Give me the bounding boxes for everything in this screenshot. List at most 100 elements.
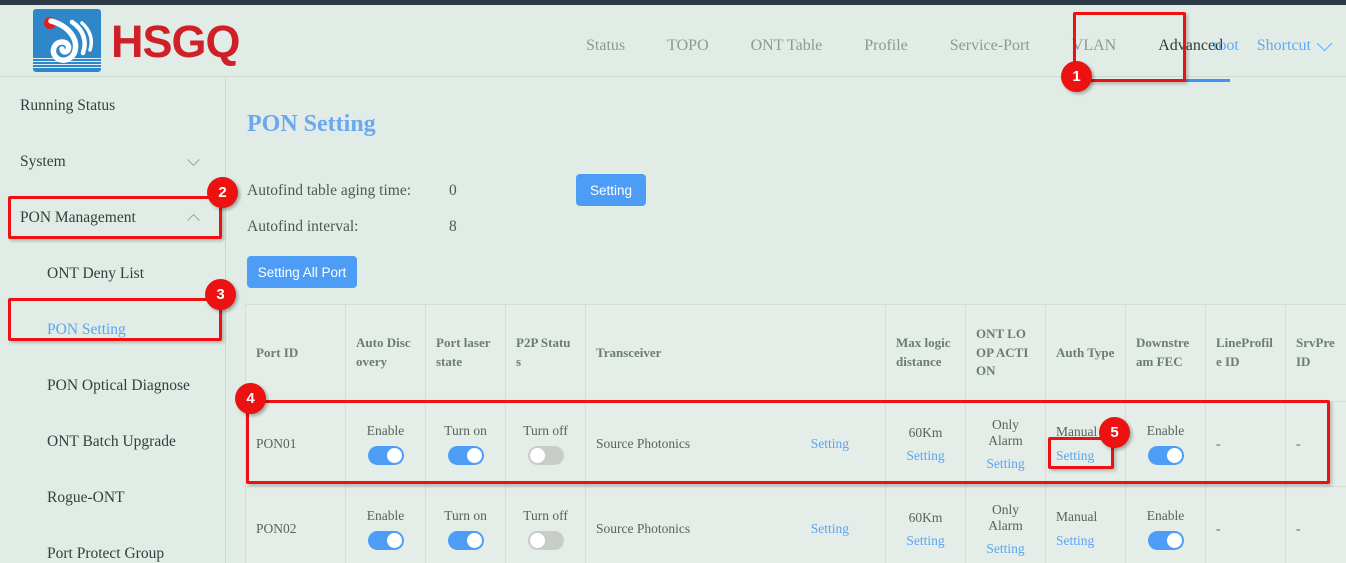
transceiver-setting-link[interactable]: Setting — [811, 436, 849, 452]
transceiver-value: Source Photonics — [596, 436, 690, 452]
field-label: Autofind interval: — [247, 218, 359, 236]
app-header: HSGQ Status TOPO ONT Table Profile Servi… — [0, 5, 1346, 77]
downstream-fec-toggle[interactable] — [1148, 531, 1184, 550]
column-header-line-profile-id: LineProfile ID — [1206, 305, 1286, 402]
sidebar-item-running-status[interactable]: Running Status — [0, 78, 225, 134]
column-header-port-laser-state: Port laser state — [426, 305, 506, 402]
port-laser-state-toggle[interactable] — [448, 446, 484, 465]
cell-p2p-status: Turn off — [506, 402, 586, 487]
cell-auth-type: Manual Setting — [1046, 487, 1126, 563]
cell-srv-pre-id: - — [1286, 402, 1346, 487]
sidebar-item-ont-batch-upgrade[interactable]: ONT Batch Upgrade — [0, 414, 225, 470]
port-laser-state-label: Turn on — [444, 508, 487, 524]
cell-line-profile-id: - — [1206, 402, 1286, 487]
downstream-fec-toggle[interactable] — [1148, 446, 1184, 465]
sidebar-item-pon-management[interactable]: PON Management — [0, 190, 225, 246]
cell-p2p-status: Turn off — [506, 487, 586, 563]
field-value: 0 — [449, 182, 457, 200]
auto-discovery-toggle[interactable] — [368, 446, 404, 465]
cell-transceiver: Source Photonics Setting — [586, 402, 886, 487]
nav-item-topo[interactable]: TOPO — [646, 10, 730, 82]
max-logic-distance-value: 60Km — [909, 510, 943, 526]
sidebar-item-label: PON Setting — [47, 321, 126, 339]
nav-item-service-port[interactable]: Service-Port — [929, 10, 1051, 82]
column-header-p2p-status: P2P Status — [506, 305, 586, 402]
shortcut-menu[interactable]: Shortcut — [1257, 37, 1330, 55]
column-header-ont-loop-action: ONT LOOP ACTION — [966, 305, 1046, 402]
port-laser-state-toggle[interactable] — [448, 531, 484, 550]
sidebar-item-pon-optical-diagnose[interactable]: PON Optical Diagnose — [0, 358, 225, 414]
auth-type-setting-link[interactable]: Setting — [1056, 533, 1094, 549]
p2p-status-label: Turn off — [523, 423, 568, 439]
port-laser-state-label: Turn on — [444, 423, 487, 439]
cell-srv-pre-id: - — [1286, 487, 1346, 563]
setting-button[interactable]: Setting — [576, 174, 646, 206]
p2p-status-toggle[interactable] — [528, 446, 564, 465]
auto-discovery-label: Enable — [367, 508, 404, 524]
brand-logo[interactable]: HSGQ — [33, 9, 240, 72]
auto-discovery-toggle[interactable] — [368, 531, 404, 550]
sidebar-item-rogue-ont[interactable]: Rogue-ONT — [0, 470, 225, 526]
brand-name: HSGQ — [111, 19, 240, 64]
sidebar-item-pon-setting[interactable]: PON Setting — [0, 302, 225, 358]
sidebar-item-label: ONT Deny List — [47, 265, 144, 283]
cell-port-id: PON02 — [246, 487, 346, 563]
auth-type-setting-link[interactable]: Setting — [1056, 448, 1094, 464]
max-logic-distance-setting-link[interactable]: Setting — [906, 448, 944, 464]
ont-loop-action-setting-link[interactable]: Setting — [986, 456, 1024, 472]
sidebar-item-label: Port Protect Group — [47, 545, 164, 563]
sidebar-item-label: PON Management — [20, 209, 136, 227]
user-menu[interactable]: root — [1213, 37, 1239, 55]
cell-auto-discovery: Enable — [346, 487, 426, 563]
cell-port-laser-state: Turn on — [426, 487, 506, 563]
sidebar-item-label: System — [20, 153, 66, 171]
chevron-down-icon — [187, 153, 200, 166]
cell-max-logic-distance: 60Km Setting — [886, 402, 966, 487]
cell-port-laser-state: Turn on — [426, 402, 506, 487]
sidebar-item-label: Running Status — [20, 97, 115, 115]
downstream-fec-label: Enable — [1147, 508, 1184, 524]
p2p-status-label: Turn off — [523, 508, 568, 524]
field-value: 8 — [449, 218, 457, 236]
setting-all-port-button[interactable]: Setting All Port — [247, 256, 357, 288]
cell-auto-discovery: Enable — [346, 402, 426, 487]
auth-type-value: Manual — [1056, 424, 1097, 440]
ont-loop-action-value: Only Alarm — [976, 502, 1035, 534]
pon-port-table: Port ID Auto Discovery Port laser state … — [245, 304, 1346, 563]
max-logic-distance-value: 60Km — [909, 425, 943, 441]
hsgq-droplet-logo-icon — [33, 9, 101, 72]
table-header-row: Port ID Auto Discovery Port laser state … — [246, 305, 1346, 402]
auto-discovery-label: Enable — [367, 423, 404, 439]
sidebar-item-label: Rogue-ONT — [47, 489, 125, 507]
shortcut-label: Shortcut — [1257, 37, 1311, 55]
cell-downstream-fec: Enable — [1126, 487, 1206, 563]
cell-line-profile-id: - — [1206, 487, 1286, 563]
cell-transceiver: Source Photonics Setting — [586, 487, 886, 563]
transceiver-setting-link[interactable]: Setting — [811, 521, 849, 537]
nav-item-profile[interactable]: Profile — [843, 10, 929, 82]
chevron-up-icon — [187, 214, 200, 227]
ont-loop-action-setting-link[interactable]: Setting — [986, 541, 1024, 557]
nav-item-vlan[interactable]: VLAN — [1051, 10, 1137, 82]
logo-base-lines — [33, 58, 101, 69]
max-logic-distance-setting-link[interactable]: Setting — [906, 533, 944, 549]
table-head: Port ID Auto Discovery Port laser state … — [246, 305, 1346, 402]
sidebar-item-port-protect-group[interactable]: Port Protect Group — [0, 526, 225, 563]
sidebar-item-label: PON Optical Diagnose — [47, 377, 190, 395]
column-header-srv-pre-id: SrvPre ID — [1286, 305, 1346, 402]
cell-ont-loop-action: Only Alarm Setting — [966, 487, 1046, 563]
column-header-port-id: Port ID — [246, 305, 346, 402]
chevron-down-icon — [1317, 36, 1333, 52]
nav-item-ont-table[interactable]: ONT Table — [730, 10, 844, 82]
page-title: PON Setting — [247, 111, 376, 138]
nav-item-status[interactable]: Status — [565, 10, 646, 82]
sidebar-item-label: ONT Batch Upgrade — [47, 433, 176, 451]
sidebar-item-system[interactable]: System — [0, 134, 225, 190]
cell-downstream-fec: Enable — [1126, 402, 1206, 487]
sidebar-item-ont-deny-list[interactable]: ONT Deny List — [0, 246, 225, 302]
page-root: HSGQ Status TOPO ONT Table Profile Servi… — [0, 0, 1346, 563]
table-row: PON01 Enable Turn on — [246, 402, 1346, 487]
p2p-status-toggle[interactable] — [528, 531, 564, 550]
cell-auth-type: Manual Setting — [1046, 402, 1126, 487]
ont-loop-action-value: Only Alarm — [976, 417, 1035, 449]
